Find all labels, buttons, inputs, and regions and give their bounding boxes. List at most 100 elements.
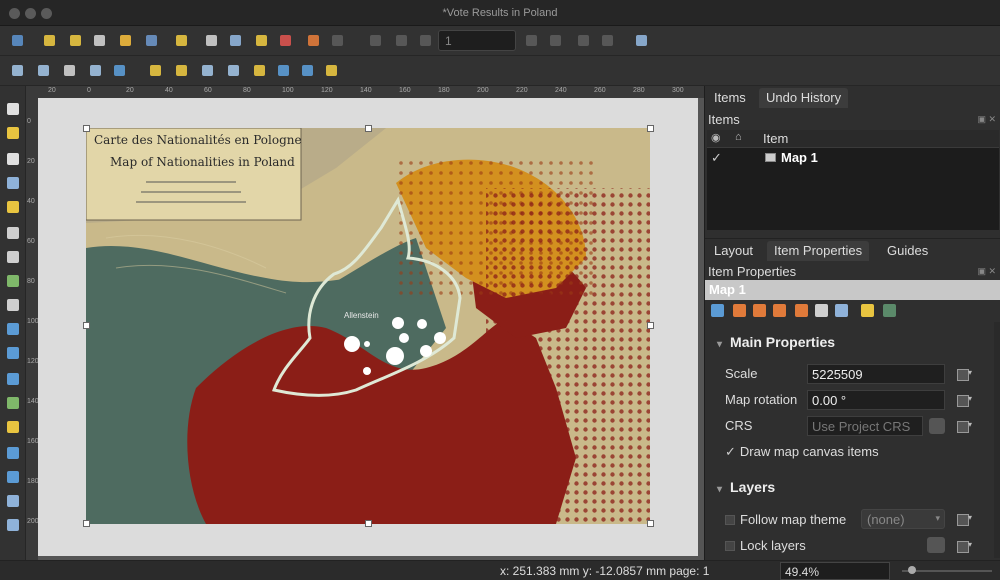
crs-data-defined-icon[interactable] [955, 418, 973, 434]
ungroup-items-icon[interactable] [224, 61, 243, 80]
clipping-icon[interactable] [835, 304, 848, 317]
layout-manager-icon[interactable] [90, 31, 109, 50]
tab-guides[interactable]: Guides [880, 241, 935, 261]
props-float-close-icon[interactable]: ▣ ✕ [977, 266, 996, 277]
export-atlas-icon[interactable] [598, 31, 617, 50]
previous-feature-icon[interactable] [416, 31, 435, 50]
add-north-arrow-icon[interactable] [4, 370, 22, 388]
resize-handle-bl[interactable] [83, 520, 90, 527]
print-icon[interactable] [202, 31, 221, 50]
add-nodes-icon[interactable] [4, 444, 22, 462]
resize-handle-l[interactable] [83, 322, 90, 329]
follow-map-theme-checkbox[interactable]: Follow map theme [725, 512, 846, 527]
add-pages-icon[interactable] [172, 31, 191, 50]
draw-canvas-items-checkbox[interactable]: ✓ Draw map canvas items [725, 444, 879, 460]
save-template-icon[interactable] [142, 31, 161, 50]
unlock-items-icon[interactable] [172, 61, 191, 80]
add-map-icon[interactable] [4, 224, 22, 242]
eye-icon[interactable] [927, 537, 945, 553]
crs-selector-icon[interactable] [929, 418, 945, 434]
save-icon[interactable] [8, 31, 27, 50]
tab-items[interactable]: Items [707, 88, 753, 108]
map-item[interactable]: Carte des Nationalités en Pologne Map of… [86, 128, 650, 524]
view-scale-icon[interactable] [795, 304, 808, 317]
resize-handle-tl[interactable] [83, 125, 90, 132]
items-list[interactable]: ◉ ⌂ Item ✓ Map 1 [707, 130, 999, 230]
pan-tool-icon[interactable] [4, 100, 22, 118]
layout-canvas[interactable]: Carte des Nationalités en Pologne Map of… [38, 98, 704, 560]
theme-data-defined-icon[interactable] [955, 511, 973, 527]
rotation-data-defined-icon[interactable] [955, 392, 973, 408]
export-image-icon[interactable] [226, 31, 245, 50]
bookmark-icon[interactable] [815, 304, 828, 317]
resize-icon[interactable] [322, 61, 341, 80]
next-feature-icon[interactable] [522, 31, 541, 50]
view-extent-icon[interactable] [753, 304, 766, 317]
resize-handle-r[interactable] [647, 322, 654, 329]
redo-icon[interactable] [328, 31, 347, 50]
zoom-in-icon[interactable] [8, 61, 27, 80]
resize-handle-b[interactable] [365, 520, 372, 527]
scale-data-defined-icon[interactable] [955, 366, 973, 382]
label-settings-icon[interactable] [861, 304, 874, 317]
layers-header[interactable]: ▾ Layers [717, 479, 775, 495]
add-arrow-icon[interactable] [4, 468, 22, 486]
zoom-tool-icon[interactable] [4, 124, 22, 142]
add-legend-icon[interactable] [4, 320, 22, 338]
zoom-slider-knob[interactable] [908, 566, 916, 574]
list-item[interactable]: ✓ Map 1 [707, 149, 999, 167]
atlas-page-input[interactable]: 1 [438, 30, 516, 51]
resize-handle-tr[interactable] [647, 125, 654, 132]
zoom-slider[interactable] [902, 566, 992, 574]
horizontal-ruler[interactable]: 20 0 20 40 60 80 100 120 140 160 180 200 220 240 260 28… [26, 86, 704, 98]
lock-data-defined-icon[interactable] [955, 538, 973, 554]
add-picture-icon[interactable] [4, 272, 22, 290]
select-tool-icon[interactable] [4, 150, 22, 168]
map-theme-select[interactable]: (none) ▾ [861, 509, 945, 529]
item-3d-icon[interactable] [883, 304, 896, 317]
main-properties-header[interactable]: ▾ Main Properties [717, 334, 835, 350]
zoom-out-icon[interactable] [34, 61, 53, 80]
add-3d-map-icon[interactable] [4, 248, 22, 266]
raise-items-icon[interactable] [250, 61, 269, 80]
add-label-icon[interactable] [4, 296, 22, 314]
new-layout-icon[interactable] [40, 31, 59, 50]
lock-items-icon[interactable] [146, 61, 165, 80]
zoom-full-icon[interactable] [86, 61, 105, 80]
undo-icon[interactable] [304, 31, 323, 50]
rotation-input[interactable]: 0.00 ° [807, 390, 945, 410]
set-extent-icon[interactable] [733, 304, 746, 317]
export-svg-icon[interactable] [252, 31, 271, 50]
atlas-preview-icon[interactable] [366, 31, 385, 50]
last-feature-icon[interactable] [546, 31, 565, 50]
add-scalebar-icon[interactable] [4, 344, 22, 362]
export-pdf-icon[interactable] [276, 31, 295, 50]
zoom-level-input[interactable]: 49.4% [780, 562, 890, 580]
align-left-icon[interactable] [274, 61, 293, 80]
scale-input[interactable]: 5225509 [807, 364, 945, 384]
print-atlas-icon[interactable] [574, 31, 593, 50]
crs-select[interactable]: Use Project CRS [807, 416, 923, 436]
set-scale-icon[interactable] [773, 304, 786, 317]
refresh-icon[interactable] [110, 61, 129, 80]
edit-nodes-icon[interactable] [4, 198, 22, 216]
properties-scrollbar[interactable] [994, 322, 1000, 558]
first-feature-icon[interactable] [392, 31, 411, 50]
add-html-icon[interactable] [4, 492, 22, 510]
atlas-settings-icon[interactable] [632, 31, 651, 50]
group-items-icon[interactable] [198, 61, 217, 80]
panel-float-close-icon[interactable]: ▣ ✕ [977, 114, 996, 125]
move-content-icon[interactable] [4, 174, 22, 192]
update-preview-icon[interactable] [711, 304, 724, 317]
tab-item-properties[interactable]: Item Properties [767, 241, 870, 261]
add-marker-icon[interactable] [4, 418, 22, 436]
vertical-ruler[interactable]: 0 20 40 60 80 100 120 140 160 180 200 [26, 98, 38, 560]
distribute-icon[interactable] [298, 61, 317, 80]
duplicate-layout-icon[interactable] [66, 31, 85, 50]
tab-layout[interactable]: Layout [707, 241, 760, 261]
item-visible-checkmark[interactable]: ✓ [711, 150, 722, 166]
add-table-icon[interactable] [4, 516, 22, 534]
add-shape-icon[interactable] [4, 394, 22, 412]
resize-handle-br[interactable] [647, 520, 654, 527]
open-template-icon[interactable] [116, 31, 135, 50]
